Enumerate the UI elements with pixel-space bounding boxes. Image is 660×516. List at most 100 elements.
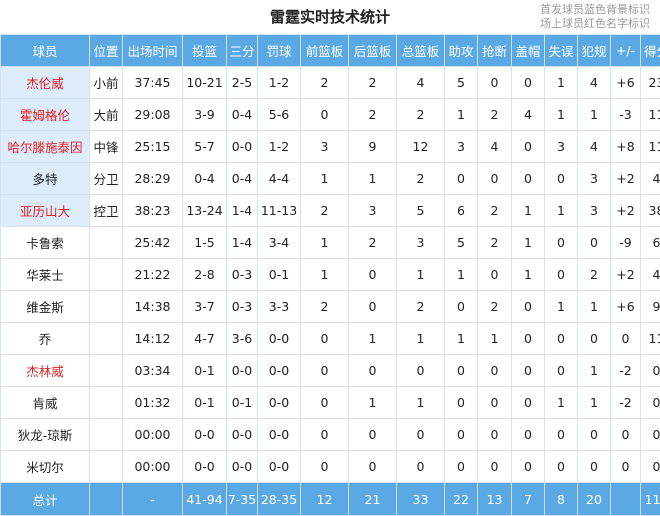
player-name[interactable]: 多特 xyxy=(1,163,90,195)
stat-reb: 1 xyxy=(397,323,445,355)
stat-dreb: 0 xyxy=(349,355,397,387)
stat-blk: 4 xyxy=(512,99,545,131)
player-name[interactable]: 狄龙-琼斯 xyxy=(1,419,90,451)
stat-tp: 0-3 xyxy=(227,291,258,323)
player-row: 杰伦威小前37:4510-212-51-222450014+623 xyxy=(1,67,660,99)
column-header[interactable]: 抢断 xyxy=(478,35,512,67)
stat-dreb: 1 xyxy=(349,323,397,355)
stat-pm: +2 xyxy=(611,163,641,195)
stat-stl: 2 xyxy=(478,99,512,131)
stat-oreb: 0 xyxy=(301,387,349,419)
legend-on-court-note: 场上球员红色名字标识 xyxy=(540,17,650,31)
stat-min: 28:29 xyxy=(123,163,183,195)
stat-oreb: 0 xyxy=(301,355,349,387)
player-name[interactable]: 杰林威 xyxy=(1,355,90,387)
stat-blk: 1 xyxy=(512,259,545,291)
stat-pos: 小前 xyxy=(90,67,123,99)
stat-tov: 1 xyxy=(545,387,578,419)
column-header[interactable]: 得分 xyxy=(641,35,660,67)
stat-pf: 0 xyxy=(578,227,611,259)
stat-min: - xyxy=(123,483,183,516)
column-header[interactable]: 位置 xyxy=(90,35,123,67)
player-name[interactable]: 卡鲁索 xyxy=(1,227,90,259)
stat-pts: 4 xyxy=(641,259,660,291)
stat-min: 38:23 xyxy=(123,195,183,227)
stat-pf: 1 xyxy=(578,355,611,387)
column-header[interactable]: +/- xyxy=(611,35,641,67)
stat-ft: 3-4 xyxy=(258,227,301,259)
column-header[interactable]: 投篮 xyxy=(183,35,227,67)
stat-blk: 1 xyxy=(512,227,545,259)
player-row: 亚历山大控卫38:2313-241-411-1323562113+238 xyxy=(1,195,660,227)
stat-dreb: 0 xyxy=(349,419,397,451)
stat-tp: 3-6 xyxy=(227,323,258,355)
stat-pos xyxy=(90,355,123,387)
player-name[interactable]: 亚历山大 xyxy=(1,195,90,227)
player-name[interactable]: 哈尔滕施泰因 xyxy=(1,131,90,163)
stat-oreb: 2 xyxy=(301,291,349,323)
stat-pts: 11 xyxy=(641,323,660,355)
player-name[interactable]: 米切尔 xyxy=(1,451,90,483)
column-header[interactable]: 犯规 xyxy=(578,35,611,67)
stat-min: 14:38 xyxy=(123,291,183,323)
stat-pts: 4 xyxy=(641,163,660,195)
stat-reb: 4 xyxy=(397,67,445,99)
stat-oreb: 2 xyxy=(301,195,349,227)
stat-pf: 1 xyxy=(578,387,611,419)
stat-pf: 1 xyxy=(578,99,611,131)
stat-ast: 22 xyxy=(445,483,478,516)
stat-dreb: 0 xyxy=(349,259,397,291)
stat-tp: 7-35 xyxy=(227,483,258,516)
column-header[interactable]: 后篮板 xyxy=(349,35,397,67)
column-header[interactable]: 三分 xyxy=(227,35,258,67)
stat-ft: 1-2 xyxy=(258,131,301,163)
stat-blk: 0 xyxy=(512,131,545,163)
stat-ft: 0-0 xyxy=(258,323,301,355)
stat-oreb: 2 xyxy=(301,67,349,99)
player-name[interactable]: 乔 xyxy=(1,323,90,355)
column-header[interactable]: 前篮板 xyxy=(301,35,349,67)
player-name[interactable]: 杰伦威 xyxy=(1,67,90,99)
column-header[interactable]: 罚球 xyxy=(258,35,301,67)
stat-reb: 2 xyxy=(397,163,445,195)
stat-pts: 117 xyxy=(641,483,660,516)
stat-tp: 0-0 xyxy=(227,355,258,387)
stat-stl: 0 xyxy=(478,67,512,99)
player-name[interactable]: 华莱士 xyxy=(1,259,90,291)
column-header[interactable]: 球员 xyxy=(1,35,90,67)
stat-stl: 0 xyxy=(478,419,512,451)
player-name[interactable]: 肯威 xyxy=(1,387,90,419)
stat-tov: 0 xyxy=(545,227,578,259)
column-header[interactable]: 总篮板 xyxy=(397,35,445,67)
stat-tp: 0-3 xyxy=(227,259,258,291)
column-header[interactable]: 助攻 xyxy=(445,35,478,67)
player-name[interactable]: 霍姆格伦 xyxy=(1,99,90,131)
stat-pos: 中锋 xyxy=(90,131,123,163)
column-header[interactable]: 失误 xyxy=(545,35,578,67)
stat-tov: 0 xyxy=(545,355,578,387)
stat-pts: 0 xyxy=(641,451,660,483)
stat-pm xyxy=(611,483,641,516)
stat-tov: 0 xyxy=(545,259,578,291)
stat-ast: 5 xyxy=(445,67,478,99)
column-header[interactable]: 盖帽 xyxy=(512,35,545,67)
stat-pf: 20 xyxy=(578,483,611,516)
stat-min: 01:32 xyxy=(123,387,183,419)
stat-min: 21:22 xyxy=(123,259,183,291)
stat-ft: 0-0 xyxy=(258,355,301,387)
column-header[interactable]: 出场时间 xyxy=(123,35,183,67)
stat-ft: 0-0 xyxy=(258,451,301,483)
stat-pos xyxy=(90,259,123,291)
stat-min: 00:00 xyxy=(123,419,183,451)
stat-tp: 2-5 xyxy=(227,67,258,99)
stat-ast: 1 xyxy=(445,99,478,131)
stat-stl: 2 xyxy=(478,291,512,323)
stat-dreb: 2 xyxy=(349,67,397,99)
stat-ast: 3 xyxy=(445,131,478,163)
stat-min: 37:45 xyxy=(123,67,183,99)
stat-pos xyxy=(90,419,123,451)
legend-note: 首发球员蓝色背景标识 场上球员红色名字标识 xyxy=(540,3,650,31)
player-name[interactable]: 维金斯 xyxy=(1,291,90,323)
stat-pos xyxy=(90,227,123,259)
stat-pf: 0 xyxy=(578,451,611,483)
